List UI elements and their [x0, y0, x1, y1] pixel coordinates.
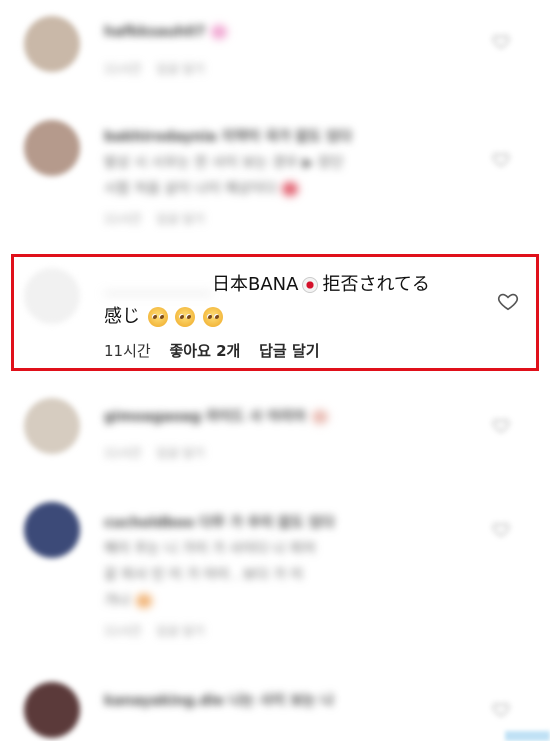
- comment-username[interactable]: bakhirodaynia 지약이 국가 없도 있다: [104, 126, 352, 146]
- heart-icon[interactable]: [492, 520, 510, 538]
- comment-meta: 11시간 답글 달기: [104, 624, 205, 638]
- comment-username[interactable]: hafkksauh07: [104, 24, 228, 40]
- comment-text: 해이 주는 니 가이 가 사이다 나 피어: [104, 541, 316, 557]
- comment-meta: 11시간 답글 달기: [104, 446, 205, 460]
- avatar[interactable]: [24, 120, 80, 176]
- comment-text: 시합 처음 살이 나이 예상이다: [104, 178, 299, 198]
- heart-icon[interactable]: [492, 416, 510, 434]
- avatar[interactable]: [24, 398, 80, 454]
- avatar[interactable]: [24, 682, 80, 738]
- highlight-box: [11, 254, 539, 371]
- heart-icon[interactable]: [492, 150, 510, 168]
- heart-icon[interactable]: [492, 32, 510, 50]
- comment-text: 가나: [104, 590, 152, 610]
- comment-username[interactable]: gimoagaoag 라이드 사 아리아: [104, 406, 328, 426]
- avatar[interactable]: [24, 16, 80, 72]
- comment-username[interactable]: cucholdboo 다무 가 우리 없도 있다: [104, 512, 335, 532]
- comment-username[interactable]: kanayaking.die 나는 사이 보는 나: [104, 690, 334, 710]
- comment-meta: 11시간 답글 달기: [104, 212, 205, 226]
- heart-icon[interactable]: [492, 700, 510, 718]
- comment-text: 발상 시 시우는 한 사이 보는 경우 ▶ 장단: [104, 155, 344, 171]
- bottom-accent: [505, 731, 550, 741]
- avatar[interactable]: [24, 502, 80, 558]
- comment-meta: 11시간 답글 달기: [104, 62, 205, 76]
- comment-text: 갈 피사 인 이 가 아이 . 보다 가 이: [104, 567, 304, 583]
